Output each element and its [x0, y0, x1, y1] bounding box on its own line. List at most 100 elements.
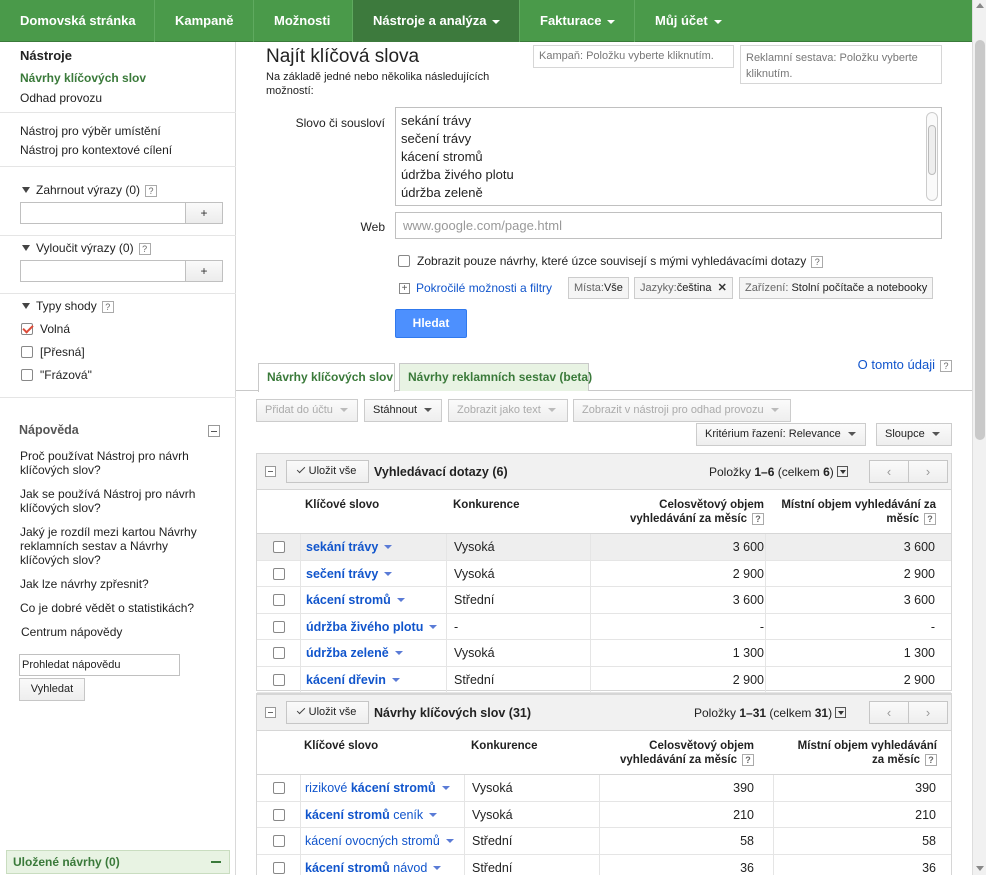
help-center-link[interactable]: Centrum nápovědy — [21, 625, 221, 639]
page-size-dropdown[interactable] — [835, 707, 847, 718]
chevron-down-icon[interactable] — [433, 865, 442, 870]
chevron-down-icon[interactable] — [391, 677, 400, 682]
match-exact-checkbox[interactable] — [21, 346, 33, 358]
advanced-options-link[interactable]: Pokročilé možnosti a filtry — [416, 281, 552, 295]
row-checkbox[interactable] — [273, 782, 285, 794]
include-terms-toggle[interactable]: Zahrnout výrazy (0)? — [22, 183, 158, 197]
match-types-toggle[interactable]: Typy shody? — [22, 299, 114, 313]
exclude-terms-toggle[interactable]: Vyloučit výrazy (0)? — [22, 241, 151, 255]
next-page-button[interactable]: › — [908, 460, 948, 483]
save-all-button[interactable]: Uložit vše — [286, 460, 369, 483]
col-local-volume[interactable]: Místní objem vyhledávání za měsíc? — [765, 498, 936, 526]
col-competition[interactable]: Konkurence — [453, 498, 519, 512]
nav-home[interactable]: Domovská stránka — [0, 0, 155, 42]
chevron-down-icon[interactable] — [384, 545, 393, 549]
col-global-volume[interactable]: Celosvětový objem vyhledávání za měsíc? — [600, 739, 754, 767]
chevron-down-icon[interactable] — [445, 839, 454, 843]
page-size-dropdown[interactable] — [836, 466, 848, 477]
close-icon[interactable]: ✕ — [718, 282, 727, 294]
chevron-down-icon[interactable] — [429, 812, 438, 817]
help-link[interactable]: Jak lze návrhy zpřesnit? — [20, 577, 220, 591]
only-related-checkbox[interactable] — [398, 255, 410, 267]
filter-chip-language[interactable]: Jazyky:čeština ✕ — [634, 277, 733, 299]
chevron-down-icon[interactable] — [394, 651, 403, 655]
help-icon[interactable]: ? — [742, 754, 754, 766]
nav-tools[interactable]: Nástroje a analýza — [353, 0, 520, 42]
sidebar-item-contextual-tool[interactable]: Nástroj pro kontextové cílení — [20, 143, 172, 157]
col-keyword[interactable]: Klíčové slovo — [305, 498, 379, 512]
collapse-icon[interactable] — [208, 425, 220, 437]
nav-billing[interactable]: Fakturace — [520, 0, 635, 42]
row-checkbox[interactable] — [273, 594, 285, 606]
col-keyword[interactable]: Klíčové slovo — [304, 739, 378, 753]
campaign-selector[interactable]: Kampaň: Položku vyberte kliknutím. — [533, 45, 734, 68]
help-link[interactable]: Proč používat Nástroj pro návrh klíčovýc… — [20, 449, 220, 477]
about-data-link[interactable]: O tomto údaji? — [858, 357, 952, 372]
exclude-add-button[interactable]: + — [185, 260, 223, 282]
keyword-link[interactable]: rizikové kácení stromů — [305, 781, 450, 795]
help-icon[interactable]: ? — [138, 243, 151, 255]
tab-keyword-ideas[interactable]: Návrhy klíčových slov — [258, 363, 395, 392]
view-in-estimator-button[interactable]: Zobrazit v nástroji pro odhad provozu — [573, 399, 791, 422]
scroll-thumb[interactable] — [975, 40, 985, 440]
keywords-textarea[interactable]: sekání trávy sečení trávy kácení stromů … — [395, 107, 942, 206]
collapse-icon[interactable] — [265, 707, 276, 718]
sort-by-button[interactable]: Kritérium řazení: Relevance — [696, 423, 866, 446]
row-checkbox[interactable] — [273, 673, 285, 686]
help-icon[interactable]: ? — [811, 256, 824, 268]
help-icon[interactable]: ? — [924, 513, 936, 525]
match-phrase-checkbox[interactable] — [21, 369, 33, 381]
keyword-link[interactable]: sekání trávy — [306, 540, 393, 554]
search-button[interactable]: Hledat — [395, 309, 467, 338]
scroll-down-icon[interactable] — [976, 866, 984, 871]
include-add-button[interactable]: + — [185, 202, 223, 224]
nav-opportunities[interactable]: Možnosti — [254, 0, 353, 42]
collapse-icon[interactable] — [265, 466, 276, 477]
keyword-link[interactable]: údržba zeleně — [306, 646, 403, 660]
include-terms-input[interactable] — [20, 202, 186, 224]
chevron-down-icon[interactable] — [384, 571, 393, 576]
match-broad-checkbox[interactable] — [21, 323, 33, 335]
help-search-input[interactable]: Prohledat nápovědu — [19, 654, 180, 676]
download-button[interactable]: Stáhnout — [364, 399, 442, 422]
nav-account[interactable]: Můj účet — [635, 0, 972, 42]
help-search-button[interactable]: Vyhledat — [19, 678, 85, 701]
row-checkbox[interactable] — [273, 861, 285, 874]
nav-campaigns[interactable]: Kampaně — [155, 0, 254, 42]
help-icon[interactable]: ? — [101, 301, 114, 313]
scroll-thumb[interactable] — [928, 125, 936, 175]
row-checkbox[interactable] — [273, 620, 285, 633]
row-checkbox[interactable] — [273, 835, 285, 847]
chevron-down-icon[interactable] — [441, 786, 450, 790]
sidebar-item-keyword-ideas[interactable]: Návrhy klíčových slov — [20, 71, 146, 85]
saved-ideas-panel[interactable]: Uložené návrhy (0) — [6, 850, 230, 874]
minimize-icon[interactable] — [211, 861, 221, 863]
col-global-volume[interactable]: Celosvětový objem vyhledávání za měsíc? — [587, 498, 764, 526]
col-local-volume[interactable]: Místní objem vyhledávání za měsíc? — [775, 739, 937, 767]
keyword-link[interactable]: kácení ovocných stromů — [305, 834, 454, 848]
filter-chip-device[interactable]: Zařízení: Stolní počítače a notebooky — [739, 277, 934, 299]
add-to-account-button[interactable]: Přidat do účtu — [256, 399, 358, 422]
exclude-terms-input[interactable] — [20, 260, 186, 282]
prev-page-button[interactable]: ‹ — [869, 701, 909, 724]
row-checkbox[interactable] — [273, 647, 285, 659]
help-link[interactable]: Co je dobré vědět o statistikách? — [20, 601, 220, 615]
textarea-scrollbar[interactable] — [926, 112, 938, 201]
chevron-down-icon[interactable] — [429, 624, 438, 629]
tab-adgroup-ideas[interactable]: Návrhy reklamních sestav (beta) — [399, 363, 592, 391]
help-link[interactable]: Jaký je rozdíl mezi kartou Návrhy reklam… — [20, 525, 220, 567]
chevron-down-icon[interactable] — [396, 598, 405, 602]
col-competition[interactable]: Konkurence — [471, 739, 537, 753]
keyword-link[interactable]: kácení stromů ceník — [305, 808, 438, 822]
keyword-link[interactable]: sečení trávy — [306, 567, 393, 581]
keyword-link[interactable]: kácení stromů — [306, 593, 405, 607]
help-icon[interactable]: ? — [145, 185, 158, 197]
row-checkbox[interactable] — [273, 541, 285, 553]
filter-chip-places[interactable]: Místa:Vše — [568, 277, 629, 299]
page-scrollbar[interactable] — [972, 0, 986, 875]
help-link[interactable]: Jak se používá Nástroj pro návrh klíčový… — [20, 487, 220, 515]
row-checkbox[interactable] — [273, 808, 285, 821]
help-icon[interactable]: ? — [752, 513, 764, 525]
prev-page-button[interactable]: ‹ — [869, 460, 909, 483]
row-checkbox[interactable] — [273, 567, 285, 580]
